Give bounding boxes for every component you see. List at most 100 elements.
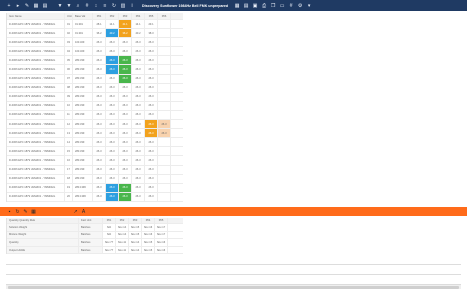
detail-period-cell[interactable]: Nov-14: [129, 239, 142, 246]
period-cell[interactable]: 26.3: [106, 120, 119, 129]
refresh-icon[interactable]: ↻: [111, 3, 117, 9]
period-cell[interactable]: 26.3: [106, 129, 119, 138]
table-row[interactable]: D-0306 EPC 1879 UMHZ01 - YMMDHG 07 283.339…: [7, 74, 183, 84]
period-cell[interactable]: [158, 56, 171, 65]
period-cell[interactable]: 26.3: [119, 192, 132, 201]
period-cell[interactable]: 26.3: [145, 110, 158, 120]
table-row[interactable]: D-0306 EPC 1879 UMHZ01 - YMMDHG 20 283.139…: [7, 192, 183, 202]
detail-period-cell[interactable]: P02: [116, 218, 129, 223]
column-header[interactable]: P03: [119, 13, 132, 19]
detail-period-cell[interactable]: Nov-14: [116, 224, 129, 231]
period-cell[interactable]: 26.3: [145, 192, 158, 201]
table-row[interactable]: D-0306 EPC 1879 UMHZ01 - YMMDHG 15 283.339…: [7, 147, 183, 157]
period-cell[interactable]: 26.3: [132, 74, 145, 83]
period-cell[interactable]: 26.3: [93, 183, 106, 192]
period-cell[interactable]: 26.3: [119, 129, 132, 138]
table-row[interactable]: D-0306 EPC 1879 UMHZ01 - YMMDHG 10 283.339…: [7, 101, 183, 111]
pencil-icon[interactable]: ✎: [24, 3, 30, 9]
period-cell[interactable]: 26.3: [93, 192, 106, 201]
period-cell[interactable]: 26.3: [145, 129, 158, 138]
period-cell[interactable]: 26.3: [145, 120, 158, 129]
period-cell[interactable]: 26.3: [93, 138, 106, 147]
save-icon[interactable]: ▪: [7, 209, 12, 215]
detail-period-cell[interactable]: Nov-11: [116, 239, 129, 246]
stack-icon[interactable]: ≡: [102, 3, 108, 9]
table-row[interactable]: D-0306 EPC 1879 UMHZ01 - YMMDHG 11 283.339…: [7, 110, 183, 121]
period-cell[interactable]: [158, 47, 171, 56]
period-cell[interactable]: 26.3: [132, 192, 145, 201]
detail-period-cell[interactable]: P04: [142, 218, 155, 223]
table-row[interactable]: D-0306 EPC 1879 UMHZ01 - YMMDHG 17 283.339…: [7, 165, 183, 175]
detail-period-cell[interactable]: Nov-17: [155, 224, 168, 231]
period-cell[interactable]: 26.3: [119, 138, 132, 147]
period-cell[interactable]: 26.3: [106, 192, 119, 201]
period-cell[interactable]: 26.3: [106, 110, 119, 120]
period-cell[interactable]: [158, 165, 171, 174]
plus-icon[interactable]: +: [6, 3, 12, 9]
detail-period-cell[interactable]: Nov-15: [129, 231, 142, 239]
period-cell[interactable]: 26.3: [132, 101, 145, 110]
period-cell[interactable]: 14.1: [106, 20, 119, 29]
period-cell[interactable]: 26.3: [119, 83, 132, 92]
detail-period-cell[interactable]: Nov-15: [129, 224, 142, 231]
detail-period-cell[interactable]: P03: [129, 218, 142, 223]
period-cell[interactable]: [158, 83, 171, 92]
period-cell[interactable]: [158, 38, 171, 47]
period-cell[interactable]: 26.3: [132, 38, 145, 47]
period-cell[interactable]: 26.3: [119, 183, 132, 192]
period-cell[interactable]: 26.3: [119, 110, 132, 120]
period-cell[interactable]: 36.2: [119, 29, 132, 38]
period-cell[interactable]: 26.3: [119, 56, 132, 65]
period-cell[interactable]: [158, 183, 171, 192]
arrow-right-icon[interactable]: ▸: [15, 3, 21, 9]
period-cell[interactable]: 26.3: [132, 156, 145, 165]
period-cell[interactable]: 26.3: [93, 74, 106, 83]
period-cell[interactable]: 26.3: [106, 147, 119, 156]
settings-icon[interactable]: ⚙: [297, 3, 303, 9]
period-cell[interactable]: 26.3: [106, 47, 119, 56]
detail-row[interactable]: Solution Weight Batches N/A Nov-14 Nov-15 Nov…: [7, 224, 183, 232]
period-cell[interactable]: [158, 147, 171, 156]
detail-row[interactable]: Mixture Weight Batches N/A Nov-14 Nov-15 Nov-…: [7, 231, 183, 240]
table-row[interactable]: D-0306 EPC 1879 UMHZ01 - YMMDHG 13 283.339…: [7, 129, 183, 139]
column-header[interactable]: Unit: [65, 13, 73, 19]
copy-icon[interactable]: ❐: [270, 3, 276, 9]
detail-period-cell[interactable]: Nov-77: [103, 246, 116, 254]
column-header[interactable]: P04: [132, 13, 145, 19]
period-cell[interactable]: 26.3: [119, 47, 132, 56]
detail-period-cell[interactable]: Nov-14: [116, 231, 129, 239]
horizontal-scrollbar[interactable]: [6, 284, 461, 289]
period-cell[interactable]: 26.3: [145, 83, 158, 92]
pin-icon[interactable]: ↗: [73, 209, 78, 215]
period-cell[interactable]: 26.3: [132, 174, 145, 183]
search-icon[interactable]: ⌕: [75, 3, 81, 9]
period-cell[interactable]: 26.3: [106, 38, 119, 47]
detail-period-cell[interactable]: Nov-77: [103, 239, 116, 246]
print-icon[interactable]: ⎙: [261, 3, 267, 9]
period-cell[interactable]: 26.3: [132, 165, 145, 174]
period-cell[interactable]: 26.3: [145, 101, 158, 110]
table-row[interactable]: D-0306 EPC 1879 UMHZ01 - YMMDHG 09 283.339…: [7, 92, 183, 102]
period-cell[interactable]: 26.3: [93, 56, 106, 65]
period-cell[interactable]: 26.3: [145, 183, 158, 192]
period-cell[interactable]: 26.3: [106, 174, 119, 183]
detail-period-cell[interactable]: N/A: [103, 231, 116, 239]
period-cell[interactable]: 36.2: [93, 29, 106, 38]
dropdown-icon[interactable]: ▾: [306, 3, 312, 9]
column-header[interactable]: Item Name: [7, 13, 65, 19]
grid-icon[interactable]: ▦: [33, 3, 39, 9]
period-cell[interactable]: 26.3: [93, 92, 106, 101]
detail-period-cell[interactable]: Nov-16: [155, 246, 168, 254]
period-cell[interactable]: [158, 101, 171, 110]
period-cell[interactable]: [158, 138, 171, 147]
period-cell[interactable]: 26.3: [93, 156, 106, 165]
period-cell[interactable]: 26.3: [158, 129, 171, 138]
table-row[interactable]: D-0306 EPC 1879 UMHZ01 - YMMDHG 08 283.339…: [7, 83, 183, 93]
period-cell[interactable]: 26.3: [106, 183, 119, 192]
period-cell[interactable]: 40.2: [106, 29, 119, 38]
detail-row[interactable]: Output HGNE Batches Nov-77 Nov-11 Nov-14 Nov-…: [7, 246, 183, 255]
period-cell[interactable]: 26.3: [93, 47, 106, 56]
period-cell[interactable]: [158, 92, 171, 101]
detail-period-cell[interactable]: Nov-17: [155, 231, 168, 239]
period-cell[interactable]: 26.3: [132, 129, 145, 138]
